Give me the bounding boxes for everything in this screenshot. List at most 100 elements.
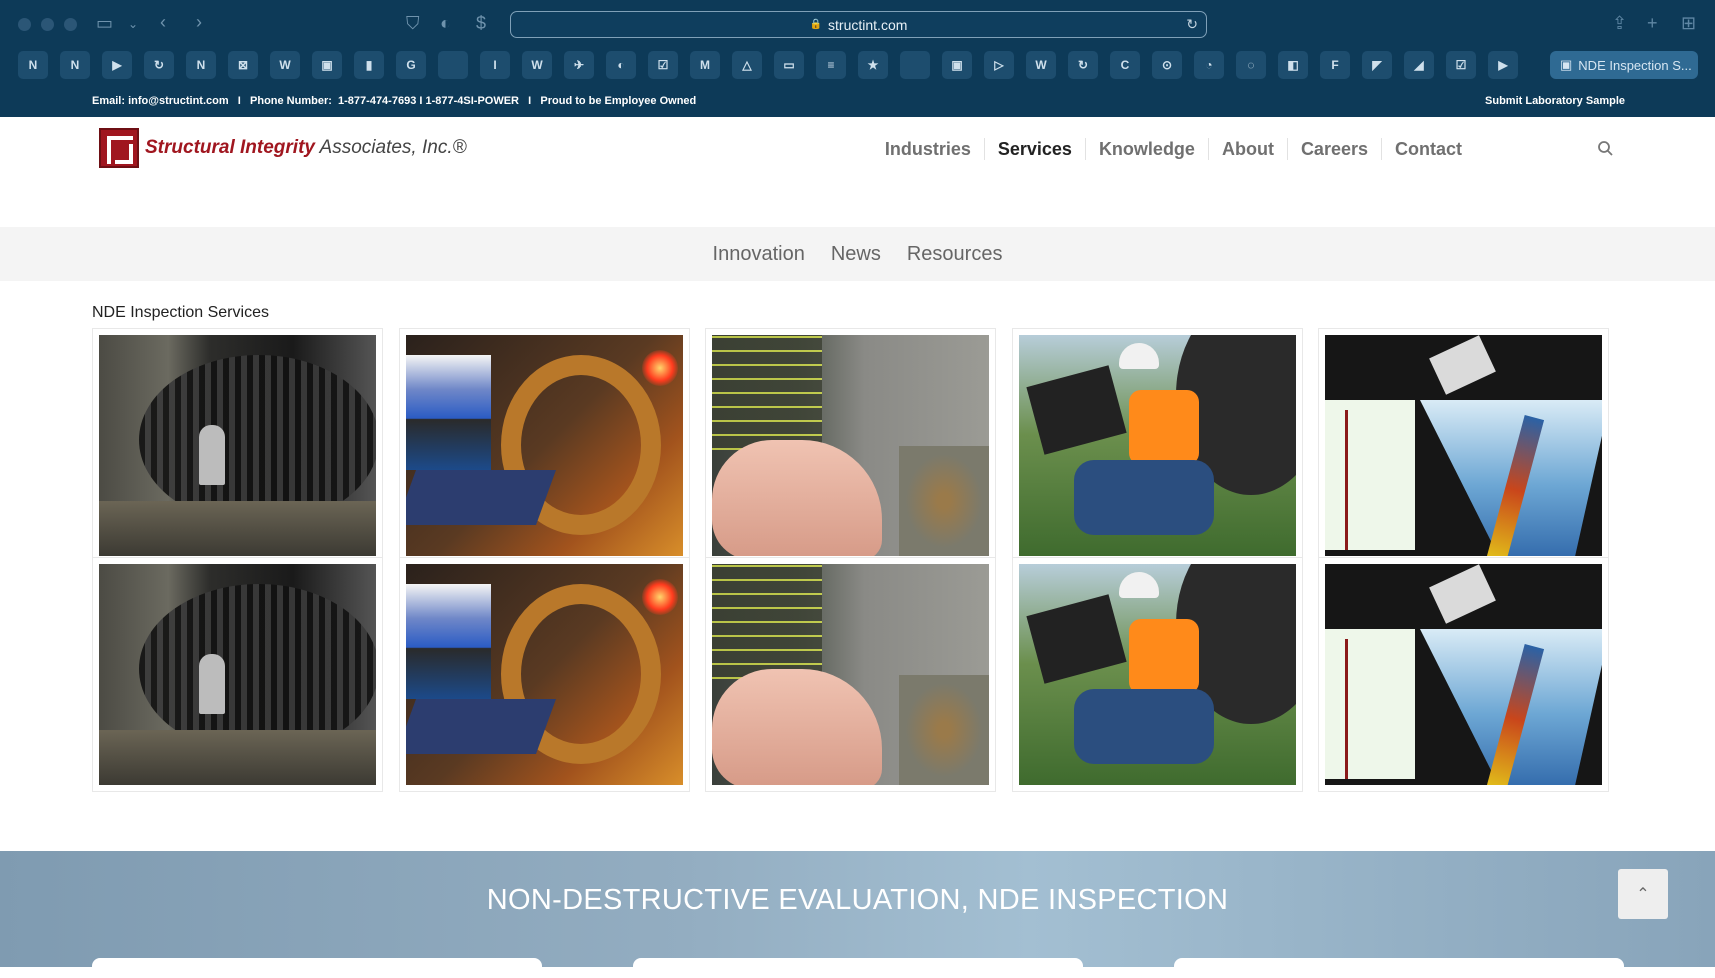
privacy-icon[interactable]: ◐: [440, 13, 451, 33]
gallery-thumbnail[interactable]: [398, 328, 690, 563]
bookmark-icon[interactable]: ⊙: [1152, 51, 1182, 79]
logo-mark-icon: [99, 128, 139, 168]
subnav-item-news[interactable]: News: [831, 243, 881, 266]
back-icon[interactable]: ‹: [160, 12, 166, 32]
gallery-thumbnail[interactable]: [92, 557, 383, 792]
bookmark-icon[interactable]: ◐: [606, 51, 636, 79]
bookmark-icon[interactable]: ◔: [1194, 51, 1224, 79]
scroll-to-top-button[interactable]: ⌃: [1618, 869, 1668, 919]
bookmark-icon[interactable]: [900, 51, 930, 79]
nav-item-careers[interactable]: Careers: [1286, 138, 1381, 160]
bookmark-icon[interactable]: M: [690, 51, 720, 79]
bookmark-icon[interactable]: ◢: [1404, 51, 1434, 79]
tab-favicon-icon: ▣: [1560, 57, 1573, 72]
search-icon[interactable]: [1596, 139, 1616, 159]
active-tab-label: NDE Inspection S...: [1578, 57, 1692, 73]
bookmarks-bar: N N ▶ ↻ N ⊠ W ▣ ▮ G I W ✈ ◐ ☑ M △ ▭ ≡ ★ ▣ ▷ W ↻ C ⊙ ◔ ◌ ◧ F ◤ ◢ ☑ ▶: [18, 51, 1548, 79]
logo-name-secondary: Associates, Inc.®: [314, 137, 467, 158]
bookmark-icon[interactable]: W: [270, 51, 300, 79]
bookmark-icon[interactable]: ◤: [1362, 51, 1392, 79]
bookmark-icon[interactable]: G: [396, 51, 426, 79]
bookmark-icon[interactable]: ◌: [1236, 51, 1266, 79]
submit-sample-link[interactable]: Submit Laboratory Sample: [1485, 95, 1625, 107]
bookmark-icon[interactable]: I: [480, 51, 510, 79]
nav-item-contact[interactable]: Contact: [1381, 138, 1475, 160]
gallery-thumbnail[interactable]: [398, 557, 690, 792]
gallery-thumbnail[interactable]: [705, 328, 996, 563]
bookmark-icon[interactable]: ▮: [354, 51, 384, 79]
laptop-photo: [405, 564, 683, 785]
bookmark-icon[interactable]: [438, 51, 468, 79]
probe-photo: [712, 335, 989, 556]
bookmark-icon[interactable]: C: [1110, 51, 1140, 79]
company-logo[interactable]: Structural Integrity Associates, Inc.®: [99, 128, 467, 168]
extension-icon[interactable]: $: [476, 13, 486, 33]
gallery-thumbnail[interactable]: [1318, 557, 1609, 792]
bookmark-icon[interactable]: ☑: [1446, 51, 1476, 79]
bookmark-icon[interactable]: W: [1026, 51, 1056, 79]
info-card: [633, 958, 1083, 978]
nav-item-services[interactable]: Services: [983, 138, 1085, 160]
sidebar-toggle-icon[interactable]: ▭: [96, 13, 113, 33]
share-icon[interactable]: ⇪: [1612, 13, 1627, 34]
reload-icon[interactable]: ↻: [1186, 16, 1198, 33]
nav-item-about[interactable]: About: [1207, 138, 1287, 160]
logo-text: Structural Integrity Associates, Inc.®: [145, 137, 467, 159]
info-card: [92, 958, 542, 978]
probe-photo: [712, 564, 989, 785]
top-info-bar: Email: info@structint.com I Phone Number…: [0, 89, 1715, 117]
zoom-window-button[interactable]: [64, 18, 77, 31]
bookmark-icon[interactable]: ⊠: [228, 51, 258, 79]
logo-name-primary: Structural Integrity: [145, 137, 315, 158]
forward-icon[interactable]: ›: [196, 12, 202, 32]
scan-photo: [1325, 335, 1602, 556]
inspector-photo: [1018, 335, 1296, 556]
gallery-thumbnail[interactable]: [92, 328, 383, 563]
gallery-thumbnail[interactable]: [705, 557, 996, 792]
bookmark-icon[interactable]: ☑: [648, 51, 678, 79]
bookmark-icon[interactable]: ▣: [312, 51, 342, 79]
bookmark-icon[interactable]: N: [18, 51, 48, 79]
lock-icon: 🔒: [809, 19, 823, 30]
gallery-thumbnail[interactable]: [1011, 557, 1303, 792]
address-bar[interactable]: 🔒 structint.com ↻: [510, 11, 1207, 38]
bookmark-icon[interactable]: ↻: [1068, 51, 1098, 79]
bookmark-icon[interactable]: W: [522, 51, 552, 79]
bookmark-icon[interactable]: ★: [858, 51, 888, 79]
contact-info: Email: info@structint.com I Phone Number…: [92, 95, 697, 107]
bookmark-icon[interactable]: △: [732, 51, 762, 79]
bookmark-icon[interactable]: ▷: [984, 51, 1014, 79]
subnav-item-innovation[interactable]: Innovation: [713, 243, 805, 266]
bookmark-icon[interactable]: ◧: [1278, 51, 1308, 79]
bookmark-icon[interactable]: ✈: [564, 51, 594, 79]
bookmark-icon[interactable]: ▭: [774, 51, 804, 79]
close-window-button[interactable]: [18, 18, 31, 31]
minimize-window-button[interactable]: [41, 18, 54, 31]
bookmark-icon[interactable]: ↻: [144, 51, 174, 79]
bookmark-icon[interactable]: ▣: [942, 51, 972, 79]
tab-overview-icon[interactable]: ⊞: [1681, 13, 1696, 34]
laptop-photo: [405, 335, 683, 556]
bookmark-icon[interactable]: N: [186, 51, 216, 79]
bookmark-icon[interactable]: F: [1320, 51, 1350, 79]
gallery-thumbnail[interactable]: [1011, 328, 1303, 563]
new-tab-icon[interactable]: +: [1647, 13, 1658, 34]
inspector-photo: [1018, 564, 1296, 785]
scan-photo: [1325, 564, 1602, 785]
banner-heading: NON-DESTRUCTIVE EVALUATION, NDE INSPECTI…: [486, 884, 1229, 916]
subnav-item-resources[interactable]: Resources: [907, 243, 1003, 266]
bookmark-icon[interactable]: ▶: [1488, 51, 1518, 79]
turbine-photo: [99, 564, 376, 785]
bookmark-icon[interactable]: N: [60, 51, 90, 79]
shield-icon[interactable]: ⛉: [406, 13, 420, 33]
bookmark-icon[interactable]: ▶: [102, 51, 132, 79]
info-card: [1174, 958, 1624, 978]
chevron-up-icon: ⌃: [1636, 886, 1650, 903]
site-header: Structural Integrity Associates, Inc.® I…: [0, 117, 1715, 227]
chevron-down-icon[interactable]: ⌄: [128, 14, 138, 34]
nav-item-industries[interactable]: Industries: [872, 138, 984, 160]
nav-item-knowledge[interactable]: Knowledge: [1084, 138, 1208, 160]
gallery-thumbnail[interactable]: [1318, 328, 1609, 563]
active-tab[interactable]: ▣ NDE Inspection S...: [1550, 51, 1698, 79]
bookmark-icon[interactable]: ≡: [816, 51, 846, 79]
